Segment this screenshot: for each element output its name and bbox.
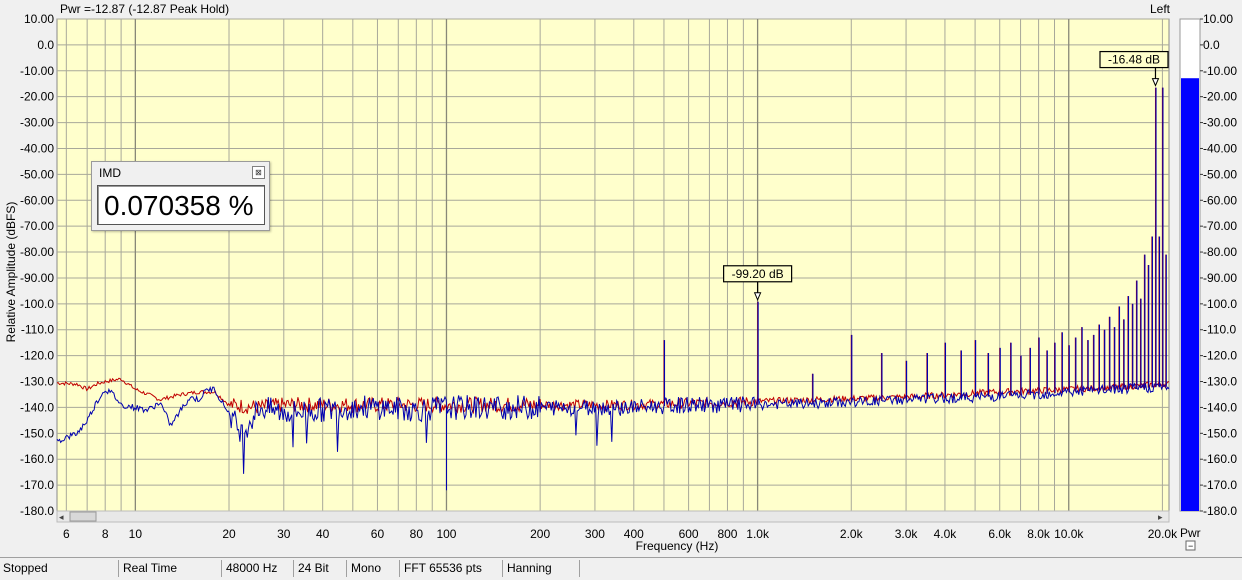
chart-title: Pwr =-12.87 (-12.87 Peak Hold)	[60, 2, 229, 16]
x-tick-label: 10.0k	[1054, 527, 1084, 541]
x-tick-label: 100	[436, 527, 456, 541]
x-scrollbar[interactable]: ◂ ▸	[56, 510, 1170, 523]
meter-tick-label: -130.0	[1203, 375, 1237, 389]
meter-tick-label: -80.00	[1203, 245, 1237, 259]
meter-label: Pwr	[1180, 526, 1201, 540]
x-tick-label: 20	[222, 527, 236, 541]
minus-icon: −	[1188, 541, 1193, 551]
x-axis-label: Frequency (Hz)	[636, 539, 719, 553]
y-tick-label: 0.0	[37, 38, 54, 52]
x-tick-label: 6.0k	[988, 527, 1012, 541]
close-icon[interactable]: ⊠	[252, 166, 265, 179]
spectrum-chart: -99.20 dB -16.48 dB 10.00 0.0 -10.00 -20.00 -…	[0, 0, 1242, 557]
marker-label: -16.48 dB	[1108, 53, 1160, 67]
imd-value: 0.070358 %	[104, 190, 254, 221]
y-tick-label: -40.00	[20, 141, 54, 155]
imd-panel-title: IMD	[99, 166, 121, 180]
y-tick-label: -50.00	[20, 167, 54, 181]
x-tick-label: 80	[410, 527, 424, 541]
x-tick-label: 10	[129, 527, 143, 541]
meter-tick-label: -30.00	[1203, 116, 1237, 130]
status-window: Hanning	[504, 560, 580, 577]
meter-tick-label: 10.00	[1203, 12, 1233, 26]
status-bit-depth: 24 Bit	[295, 560, 347, 577]
y-tick-label: -90.00	[20, 271, 54, 285]
x-tick-label: 200	[530, 527, 550, 541]
y-tick-label: -80.00	[20, 245, 54, 259]
y-tick-label: -130.0	[20, 375, 54, 389]
meter-tick-label: -140.0	[1203, 400, 1237, 414]
y-tick-label: -150.0	[20, 426, 54, 440]
meter-tick-label: -60.00	[1203, 193, 1237, 207]
x-tick-label: 8	[102, 527, 109, 541]
y-tick-label: -140.0	[20, 400, 54, 414]
x-tick-label: 1.0k	[746, 527, 770, 541]
y-tick-label: -10.00	[20, 64, 54, 78]
plot-area	[56, 18, 1170, 512]
status-fft-size: FFT 65536 pts	[401, 560, 503, 577]
y-axis-label: Relative Amplitude (dBFS)	[4, 202, 18, 343]
x-tick-label: 4.0k	[934, 527, 958, 541]
meter-tick-label: -10.00	[1203, 64, 1237, 78]
scroll-thumb[interactable]	[69, 511, 97, 522]
y-tick-label: -60.00	[20, 193, 54, 207]
x-tick-label: 300	[585, 527, 605, 541]
x-tick-label: 8.0k	[1027, 527, 1051, 541]
level-meter-bar	[1181, 78, 1199, 512]
scroll-left-icon[interactable]: ◂	[59, 512, 64, 522]
y-tick-label: -180.0	[20, 504, 54, 518]
meter-tick-label: -170.0	[1203, 478, 1237, 492]
meter-tick-label: -70.00	[1203, 219, 1237, 233]
status-mode: Real Time	[120, 560, 222, 577]
x-tick-label: 20.0k	[1148, 527, 1178, 541]
channel-label: Left	[1150, 2, 1171, 16]
x-tick-label: 800	[717, 527, 737, 541]
meter-tick-label: -40.00	[1203, 141, 1237, 155]
y-tick-label: -160.0	[20, 452, 54, 466]
meter-tick-label: -120.0	[1203, 349, 1237, 363]
meter-tick-label: -100.0	[1203, 297, 1237, 311]
x-tick-label: 40	[316, 527, 330, 541]
imd-panel[interactable]: IMD ⊠ 0.070358 %	[91, 161, 270, 231]
status-bar: Stopped Real Time 48000 Hz 24 Bit Mono F…	[0, 557, 1242, 580]
y-tick-label: -100.0	[20, 297, 54, 311]
y-tick-label: -170.0	[20, 478, 54, 492]
x-tick-label: 60	[371, 527, 385, 541]
x-tick-label: 6	[63, 527, 70, 541]
meter-tick-label: -150.0	[1203, 426, 1237, 440]
meter-tick-label: -90.00	[1203, 271, 1237, 285]
marker-label: -99.20 dB	[732, 267, 784, 281]
y-tick-label: -120.0	[20, 349, 54, 363]
meter-tick-label: -50.00	[1203, 167, 1237, 181]
y-tick-label: -70.00	[20, 219, 54, 233]
y-tick-label: -30.00	[20, 116, 54, 130]
imd-value-box: 0.070358 %	[97, 185, 265, 225]
meter-tick-label: -20.00	[1203, 90, 1237, 104]
meter-tick-label: 0.0	[1203, 38, 1220, 52]
status-sample-rate: 48000 Hz	[223, 560, 294, 577]
x-tick-label: 30	[277, 527, 291, 541]
y-tick-label: -110.0	[21, 323, 54, 337]
y-tick-label: 10.00	[24, 12, 54, 26]
y-tick-label: -20.00	[20, 90, 54, 104]
status-state: Stopped	[0, 560, 119, 577]
x-tick-label: 2.0k	[840, 527, 864, 541]
meter-tick-label: -180.0	[1203, 504, 1237, 518]
x-tick-label: 3.0k	[895, 527, 919, 541]
meter-tick-label: -110.0	[1203, 323, 1236, 337]
scroll-right-icon[interactable]: ▸	[1158, 512, 1163, 522]
meter-tick-label: -160.0	[1203, 452, 1237, 466]
status-channels: Mono	[348, 560, 400, 577]
